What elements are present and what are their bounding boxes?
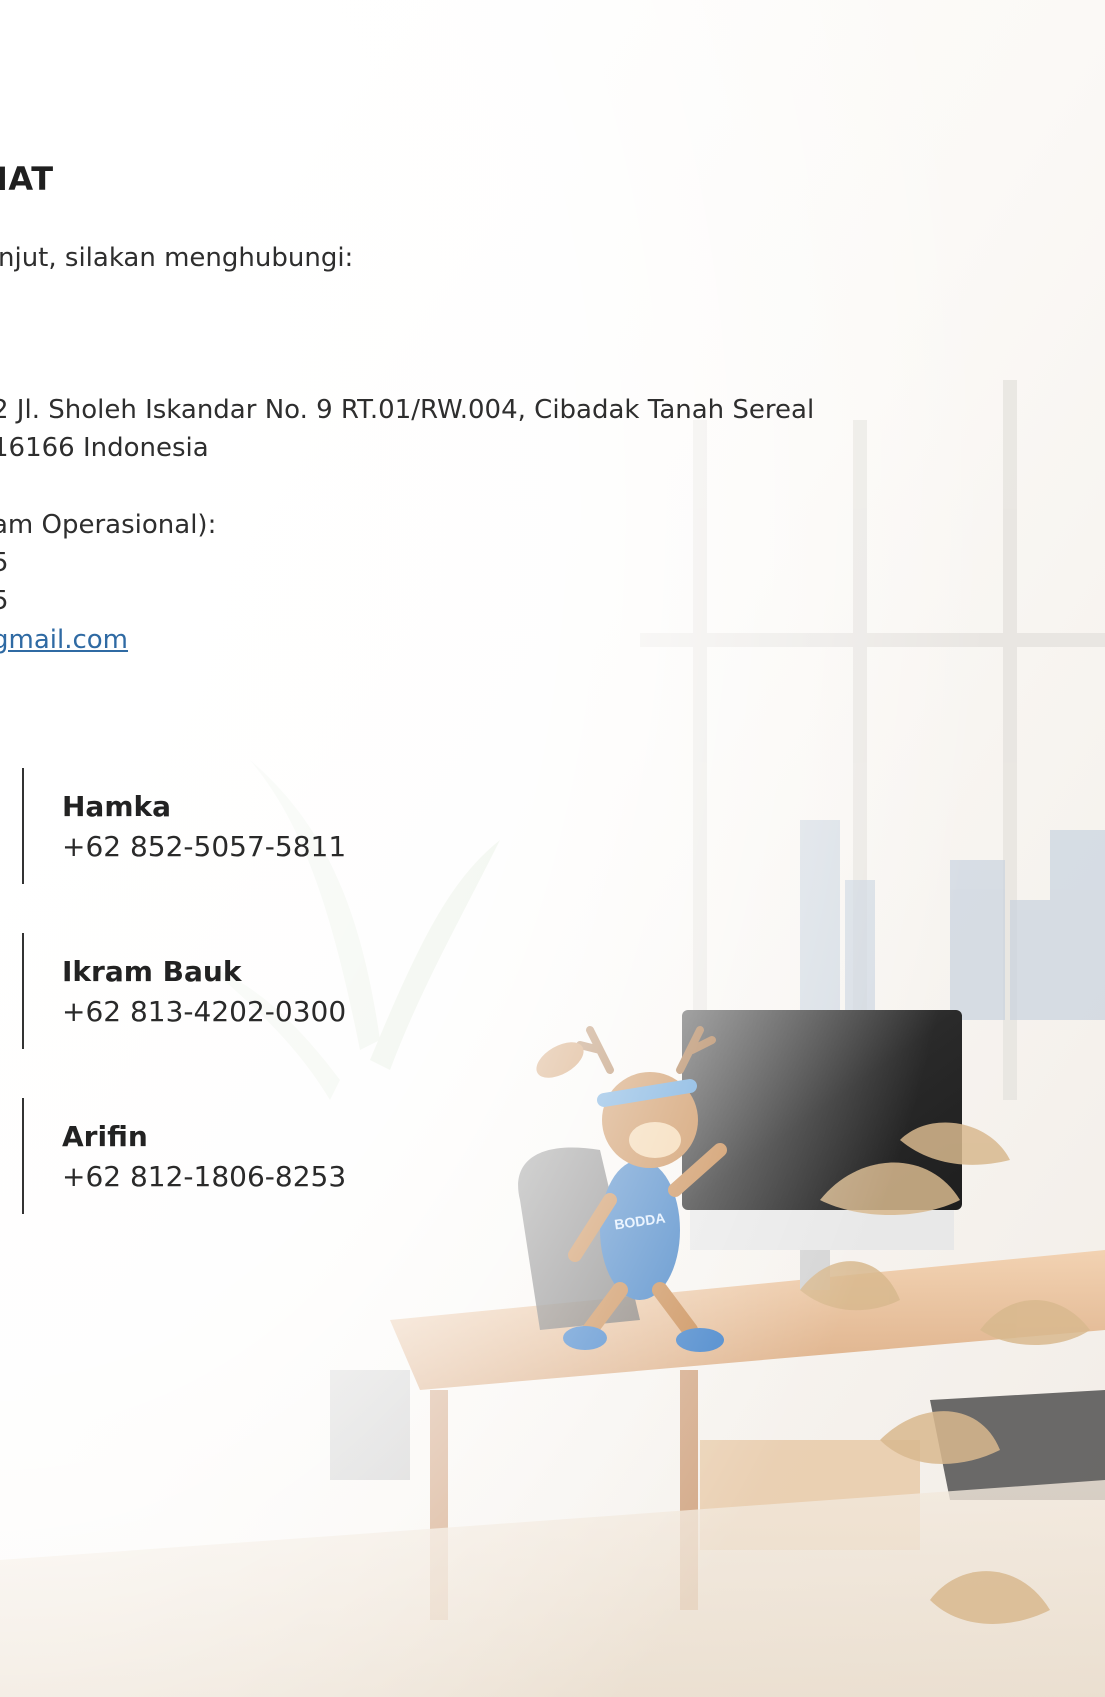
contact-name: Hamka [62,790,172,823]
hours-line-1: 5 [0,548,9,578]
intro-text: njut, silakan menghubungi: [0,243,354,273]
contact-card-hamka: Hamka +62 852-5057-5811 [22,768,384,884]
contact-phone[interactable]: +62 813-4202-0300 [62,995,346,1028]
contact-name: Arifin [62,1120,148,1153]
hours-label: am Operasional): [0,510,217,540]
address-line-1: 2 Jl. Sholeh Iskandar No. 9 RT.01/RW.004… [0,395,815,425]
email-link-row: gmail.com [0,625,128,655]
address-line-2: 16166 Indonesia [0,433,209,463]
page-title: IAT [0,160,54,198]
contact-phone[interactable]: +62 812-1806-8253 [62,1160,346,1193]
hours-line-2: 5 [0,586,9,616]
contact-name: Ikram Bauk [62,955,242,988]
contact-card-arifin: Arifin +62 812-1806-8253 [22,1098,384,1214]
contact-page: IAT njut, silakan menghubungi: 2 Jl. Sho… [0,0,1105,1697]
contact-card-ikram-bauk: Ikram Bauk +62 813-4202-0300 [22,933,384,1049]
contact-phone[interactable]: +62 852-5057-5811 [62,830,346,863]
email-link[interactable]: gmail.com [0,625,128,655]
